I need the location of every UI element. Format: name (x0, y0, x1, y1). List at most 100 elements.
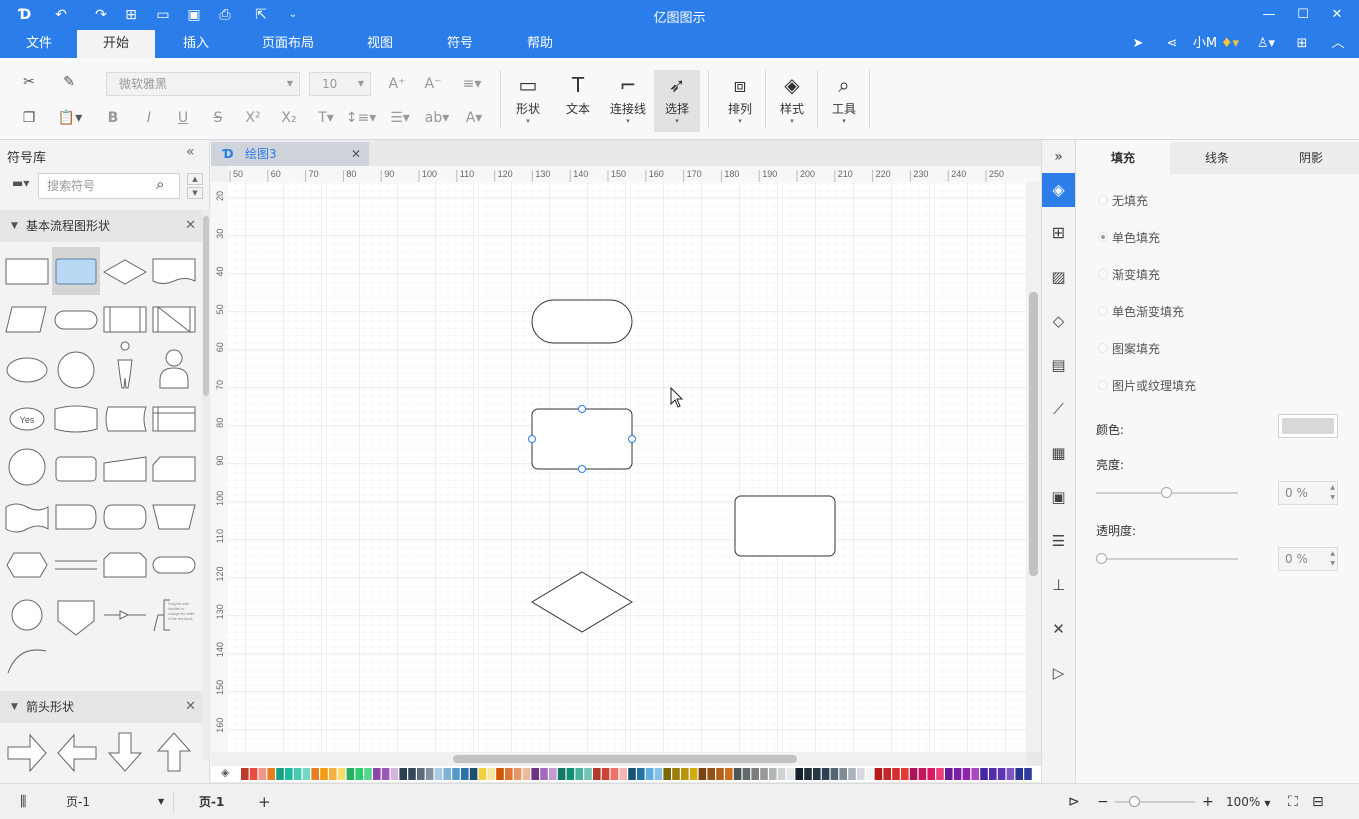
paste-icon[interactable]: 📋▾ (54, 106, 86, 130)
library-menu-icon[interactable]: ▬▾ (12, 176, 29, 190)
decrease-font-icon[interactable]: A⁻ (420, 72, 446, 96)
fill-panel-icon[interactable]: ◈ (1042, 173, 1075, 207)
arrange-button[interactable]: ⧈ 排列 ▾ (717, 70, 763, 132)
section-arrow-shapes[interactable]: ▼ 箭头形状 ✕ (0, 691, 202, 723)
connector-button[interactable]: ⌐ 连接线 ▾ (605, 70, 651, 132)
strikethrough-icon[interactable]: S (205, 106, 231, 130)
library-icon[interactable]: ▣ (1042, 480, 1075, 514)
close-section-icon[interactable]: ✕ (185, 691, 196, 723)
select-button[interactable]: ➶ 选择 ▾ (654, 70, 700, 132)
menu-home[interactable]: 开始 (77, 30, 155, 58)
color-picker[interactable] (1278, 414, 1338, 438)
presentation-icon[interactable]: ▷ (1042, 656, 1075, 690)
fill-bucket-icon[interactable]: ◈ (221, 766, 229, 779)
table-icon[interactable]: ▦ (1042, 436, 1075, 470)
image-icon[interactable]: ▨ (1042, 260, 1075, 294)
close-button[interactable]: ✕ (1322, 4, 1352, 26)
menu-page-layout[interactable]: 页面布局 (250, 30, 326, 58)
tab-shadow[interactable]: 阴影 (1264, 142, 1358, 174)
document-tab[interactable]: Ɗ 绘图3 ✕ (211, 142, 369, 166)
font-color-icon[interactable]: A▾ (458, 106, 490, 130)
gantt-icon[interactable]: ☰ (1042, 524, 1075, 558)
fill-option-gradient[interactable]: 渐变填充 (1098, 266, 1160, 283)
page-icon[interactable]: ▤ (1042, 348, 1075, 382)
layers-icon[interactable]: ◇ (1042, 304, 1075, 338)
expand-panel-icon[interactable]: » (1042, 140, 1075, 174)
apps-grid-icon[interactable]: ⊞ (1292, 34, 1312, 54)
fill-option-single-gradient[interactable]: 单色渐变填充 (1098, 303, 1184, 320)
zoom-slider-knob[interactable] (1129, 796, 1140, 807)
fit-width-icon[interactable]: ⊟ (1312, 792, 1324, 812)
share-icon[interactable]: ⋖ (1162, 34, 1182, 54)
brightness-input[interactable]: 0 % ▲ ▼ (1278, 481, 1338, 505)
font-family-select[interactable]: 微软雅黑 ▼ (106, 72, 300, 96)
fill-option-solid[interactable]: 单色填充 (1098, 229, 1160, 246)
add-page-icon[interactable]: + (258, 792, 271, 812)
style-button[interactable]: ◈ 样式 ▾ (769, 70, 815, 132)
org-chart-icon[interactable]: ⊥ (1042, 568, 1075, 602)
menu-symbol[interactable]: 符号 (432, 30, 488, 58)
collapse-ribbon-icon[interactable]: ︿ (1328, 34, 1348, 54)
bullets-icon[interactable]: ☰▾ (384, 106, 416, 130)
zoom-out-icon[interactable]: − (1097, 792, 1109, 812)
close-tab-icon[interactable]: ✕ (351, 142, 361, 166)
font-size-select[interactable]: 10 ▼ (309, 72, 371, 96)
flowchart-shapes[interactable]: Yes Drag the side handles to change the … (0, 245, 202, 715)
library-scrollbar[interactable] (202, 210, 210, 760)
transparency-input[interactable]: 0 % ▲ ▼ (1278, 547, 1338, 571)
shapes-grid-icon[interactable]: ⊞ (1042, 216, 1075, 250)
user-name[interactable]: 小M (1192, 34, 1218, 54)
align-icon[interactable]: ≡▾ (456, 72, 488, 96)
text-case-icon[interactable]: ab▾ (420, 106, 454, 130)
menu-view[interactable]: 视图 (352, 30, 408, 58)
tab-fill[interactable]: 填充 (1076, 142, 1170, 174)
scroll-up-icon[interactable]: ▲ (187, 173, 203, 185)
play-icon[interactable]: ⊳ (1068, 792, 1080, 812)
scroll-down-icon[interactable]: ▼ (187, 187, 203, 199)
italic-icon[interactable]: I (136, 106, 162, 130)
fit-page-icon[interactable]: ⛶ (1288, 792, 1298, 812)
menu-file[interactable]: 文件 (12, 30, 66, 58)
arrow-shapes[interactable] (0, 727, 202, 783)
section-basic-flowchart[interactable]: ▼ 基本流程图形状 ✕ (0, 210, 202, 242)
underline-icon[interactable]: U (170, 106, 196, 130)
zoom-in-icon[interactable]: + (1202, 792, 1214, 812)
page-tab[interactable]: 页-1 (199, 792, 224, 812)
increase-font-icon[interactable]: A⁺ (384, 72, 410, 96)
superscript-icon[interactable]: X² (240, 106, 266, 130)
transparency-slider-knob[interactable] (1096, 553, 1107, 564)
send-icon[interactable]: ➤ (1128, 34, 1148, 54)
page-select[interactable]: 页-1 ▼ (66, 792, 166, 812)
fill-option-none[interactable]: 无填充 (1098, 192, 1148, 209)
copy-icon[interactable]: ❐ (16, 106, 42, 130)
search-icon[interactable]: ⌕ (156, 175, 164, 193)
drawing-canvas[interactable]: 50 60 70 80 90 100 110 120 130 140 150 160 170 180 190… (211, 166, 1041, 792)
page-list-icon[interactable]: ⫼ (20, 792, 26, 812)
cut-icon[interactable]: ✂ (16, 70, 42, 94)
close-section-icon[interactable]: ✕ (185, 210, 196, 242)
tools-button[interactable]: ⌕ 工具 ▾ (821, 70, 867, 132)
fill-option-picture[interactable]: 图片或纹理填充 (1098, 377, 1196, 394)
vip-diamond-icon[interactable]: ♦▾ (1218, 34, 1242, 54)
bold-icon[interactable]: B (100, 106, 126, 130)
zoom-slider[interactable] (1115, 796, 1195, 807)
text-button[interactable]: T 文本 (555, 70, 601, 132)
collapse-panel-icon[interactable]: « (186, 144, 195, 160)
subscript-icon[interactable]: X₂ (276, 106, 302, 130)
shuffle-icon[interactable]: ✕ (1042, 612, 1075, 646)
shape-button[interactable]: ▭ 形状 ▾ (505, 70, 551, 132)
color-palette[interactable]: ◈ (211, 766, 1041, 782)
minimize-button[interactable]: — (1254, 4, 1284, 26)
brightness-slider-knob[interactable] (1161, 487, 1172, 498)
tab-line[interactable]: 线条 (1170, 142, 1264, 174)
menu-help[interactable]: 帮助 (512, 30, 568, 58)
line-spacing-icon[interactable]: ↕≡▾ (344, 106, 378, 130)
palette-swatches[interactable] (241, 767, 1041, 781)
transparency-slider[interactable] (1096, 553, 1238, 564)
brightness-slider[interactable] (1096, 487, 1238, 498)
format-painter-icon[interactable]: ✎ (56, 70, 82, 94)
menu-insert[interactable]: 插入 (168, 30, 224, 58)
zoom-level[interactable]: 100% ▼ (1226, 792, 1270, 812)
maximize-button[interactable]: ☐ (1288, 4, 1318, 26)
theme-shirt-icon[interactable]: ♙▾ (1252, 34, 1280, 54)
